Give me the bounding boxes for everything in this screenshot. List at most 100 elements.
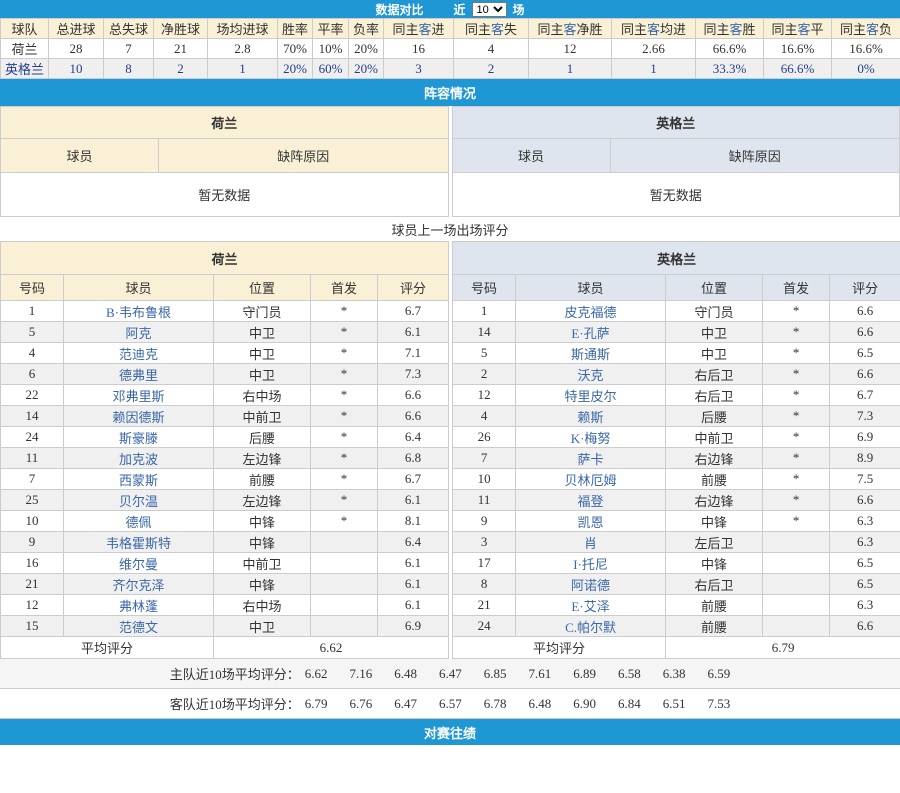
player-name-link[interactable]: I·托尼 (573, 557, 608, 572)
player-name-link[interactable]: 阿诺德 (571, 578, 610, 593)
rating-table-away: 英格兰 号码 球员 位置 首发 评分 1皮克福德守门员*6.614E·孔萨中卫*… (452, 241, 900, 659)
player-name[interactable]: 德弗里 (64, 364, 214, 385)
player-name-link[interactable]: K·梅努 (571, 431, 611, 446)
recent-rating-value: 6.89 (573, 666, 596, 682)
player-row: 11福登右边锋*6.6 (453, 490, 900, 511)
player-name[interactable]: 特里皮尔 (516, 385, 666, 406)
player-position: 右后卫 (666, 364, 763, 385)
player-rating: 6.3 (830, 511, 900, 532)
col-rating: 评分 (830, 275, 900, 301)
player-name[interactable]: 范德文 (64, 616, 214, 637)
player-name-link[interactable]: E·艾泽 (571, 599, 609, 614)
player-name[interactable]: K·梅努 (516, 427, 666, 448)
player-name[interactable]: 弗林蓬 (64, 595, 214, 616)
player-position: 左边锋 (214, 448, 311, 469)
squad-home-player-col: 球员 (1, 139, 159, 173)
player-name-link[interactable]: E·孔萨 (571, 326, 609, 341)
player-name[interactable]: 皮克福德 (516, 301, 666, 322)
player-name-link[interactable]: 弗林蓬 (119, 599, 158, 614)
player-name-link[interactable]: 西蒙斯 (119, 473, 158, 488)
player-name-link[interactable]: 赖斯 (578, 410, 604, 425)
recent-games-select[interactable]: 10 (472, 2, 507, 17)
player-name[interactable]: 加克波 (64, 448, 214, 469)
player-name[interactable]: 阿诺德 (516, 574, 666, 595)
player-name[interactable]: 范迪克 (64, 343, 214, 364)
player-name-link[interactable]: 维尔曼 (119, 557, 158, 572)
stats-col-header: 同主客失 (454, 19, 529, 39)
rating-home-column-headers: 号码 球员 位置 首发 评分 (1, 275, 449, 301)
player-starter-mark (763, 553, 830, 574)
player-name[interactable]: B·韦布鲁根 (64, 301, 214, 322)
player-position: 中前卫 (214, 553, 311, 574)
player-name[interactable]: E·孔萨 (516, 322, 666, 343)
player-name-link[interactable]: 韦格霍斯特 (106, 536, 171, 551)
player-name-link[interactable]: 特里皮尔 (565, 389, 617, 404)
player-name-link[interactable]: 凯恩 (578, 515, 604, 530)
player-name-link[interactable]: 福登 (578, 494, 604, 509)
player-name[interactable]: 沃克 (516, 364, 666, 385)
player-name[interactable]: 赖斯 (516, 406, 666, 427)
recent-rating-value: 6.76 (350, 696, 373, 712)
player-name-link[interactable]: 德弗里 (119, 368, 158, 383)
player-name-link[interactable]: 加克波 (119, 452, 158, 467)
player-name[interactable]: C.帕尔默 (516, 616, 666, 637)
player-name-link[interactable]: B·韦布鲁根 (106, 305, 171, 320)
player-name-link[interactable]: 贝林厄姆 (565, 473, 617, 488)
player-name[interactable]: 肖 (516, 532, 666, 553)
player-name[interactable]: 德佩 (64, 511, 214, 532)
player-position: 前腰 (666, 469, 763, 490)
player-rating: 6.4 (378, 427, 449, 448)
player-name[interactable]: 贝林厄姆 (516, 469, 666, 490)
player-starter-mark (763, 616, 830, 637)
player-name[interactable]: 福登 (516, 490, 666, 511)
squad-away-team-name: 英格兰 (452, 107, 900, 139)
player-number: 15 (1, 616, 64, 637)
player-name[interactable]: 赖因德斯 (64, 406, 214, 427)
player-name[interactable]: 韦格霍斯特 (64, 532, 214, 553)
player-row: 21齐尔克泽中锋6.1 (1, 574, 449, 595)
player-name[interactable]: 贝尔温 (64, 490, 214, 511)
stat-value: 10% (313, 39, 349, 59)
player-name[interactable]: 邓弗里斯 (64, 385, 214, 406)
player-name-link[interactable]: 皮克福德 (565, 305, 617, 320)
player-name[interactable]: 斯豪滕 (64, 427, 214, 448)
player-name-link[interactable]: 贝尔温 (119, 494, 158, 509)
player-starter-mark (763, 595, 830, 616)
player-name[interactable]: 凯恩 (516, 511, 666, 532)
player-name[interactable]: 萨卡 (516, 448, 666, 469)
stat-value: 16 (384, 39, 454, 59)
rating-home-team-name: 荷兰 (1, 242, 449, 275)
player-name[interactable]: 西蒙斯 (64, 469, 214, 490)
player-rating: 6.3 (830, 532, 900, 553)
player-name[interactable]: E·艾泽 (516, 595, 666, 616)
player-position: 左后卫 (666, 532, 763, 553)
player-name[interactable]: 斯通斯 (516, 343, 666, 364)
player-name-link[interactable]: C.帕尔默 (565, 620, 616, 635)
avg-label: 平均评分 (453, 637, 666, 659)
player-name-link[interactable]: 沃克 (578, 368, 604, 383)
player-name-link[interactable]: 德佩 (125, 515, 151, 530)
player-name-link[interactable]: 范迪克 (119, 347, 158, 362)
player-name[interactable]: 维尔曼 (64, 553, 214, 574)
player-rating: 6.1 (378, 322, 449, 343)
stats-header-row: 球队总进球总失球净胜球场均进球胜率平率负率同主客进同主客失同主客净胜同主客均进同… (1, 19, 900, 39)
player-name-link[interactable]: 齐尔克泽 (112, 578, 164, 593)
recent-rating-value: 6.38 (663, 666, 686, 682)
stat-value: 28 (49, 39, 104, 59)
squad-away-empty: 暂无数据 (452, 173, 900, 217)
player-name-link[interactable]: 赖因德斯 (112, 410, 164, 425)
player-name-link[interactable]: 肖 (584, 536, 597, 551)
player-name-link[interactable]: 阿克 (125, 326, 151, 341)
player-name-link[interactable]: 斯豪滕 (119, 431, 158, 446)
player-name[interactable]: 齐尔克泽 (64, 574, 214, 595)
squad-tables: 荷兰 球员 缺阵原因 暂无数据 英格兰 球员 缺阵原因 暂无数据 (0, 106, 900, 217)
player-name[interactable]: 阿克 (64, 322, 214, 343)
stat-value: 66.6% (696, 39, 764, 59)
player-name-link[interactable]: 范德文 (119, 620, 158, 635)
player-rating: 8.1 (378, 511, 449, 532)
stats-compare-table: 球队总进球总失球净胜球场均进球胜率平率负率同主客进同主客失同主客净胜同主客均进同… (0, 18, 900, 79)
player-name[interactable]: I·托尼 (516, 553, 666, 574)
player-name-link[interactable]: 斯通斯 (571, 347, 610, 362)
player-name-link[interactable]: 萨卡 (578, 452, 604, 467)
player-name-link[interactable]: 邓弗里斯 (112, 389, 164, 404)
